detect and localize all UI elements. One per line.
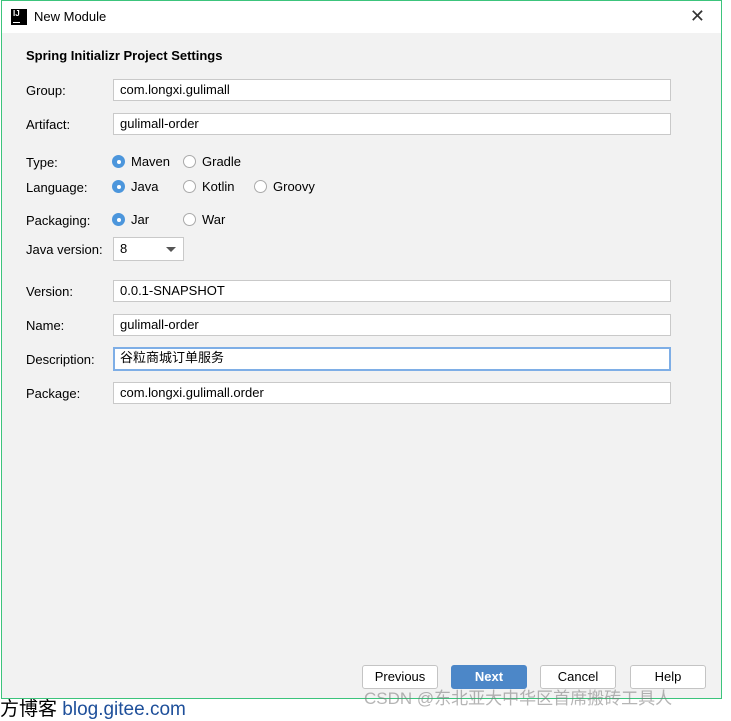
language-radio-groovy[interactable]: Groovy <box>254 179 315 194</box>
version-field[interactable]: 0.0.1-SNAPSHOT <box>113 280 671 302</box>
group-field[interactable]: com.longxi.gulimall <box>113 79 671 101</box>
name-label: Name: <box>26 318 65 333</box>
close-icon[interactable]: ✕ <box>690 6 705 27</box>
language-label: Language: <box>26 180 88 195</box>
type-radio-maven[interactable]: Maven <box>112 154 170 169</box>
new-module-dialog: IJ New Module ✕ Spring Initializr Projec… <box>1 0 722 699</box>
package-field[interactable]: com.longxi.gulimall.order <box>113 382 671 404</box>
description-field[interactable]: 谷粒商城订单服务 <box>113 347 671 371</box>
radio-label: War <box>202 212 226 227</box>
intellij-icon: IJ <box>11 9 27 25</box>
artifact-field[interactable]: gulimall-order <box>113 113 671 135</box>
radio-unchecked-icon <box>183 180 196 193</box>
radio-label: Kotlin <box>202 179 235 194</box>
radio-unchecked-icon <box>254 180 267 193</box>
language-radio-java[interactable]: Java <box>112 179 158 194</box>
group-label: Group: <box>26 83 66 98</box>
radio-label: Groovy <box>273 179 315 194</box>
radio-unchecked-icon <box>183 155 196 168</box>
title-bar: IJ New Module ✕ <box>2 1 721 33</box>
radio-checked-icon <box>112 213 125 226</box>
watermark: CSDN @东北亚大中华区首席搬砖工具人 <box>364 689 673 708</box>
packaging-radio-war[interactable]: War <box>183 212 225 227</box>
description-label: Description: <box>26 352 95 367</box>
window-title: New Module <box>34 9 107 24</box>
java-version-label: Java version: <box>26 242 103 257</box>
radio-checked-icon <box>112 180 125 193</box>
radio-label: Maven <box>131 154 171 169</box>
packaging-label: Packaging: <box>26 213 91 228</box>
chevron-down-icon <box>166 247 176 252</box>
background-prefix: 方博客 <box>0 699 63 720</box>
artifact-label: Artifact: <box>26 117 71 132</box>
type-radio-gradle[interactable]: Gradle <box>183 154 241 169</box>
section-title: Spring Initializr Project Settings <box>26 48 223 63</box>
name-field[interactable]: gulimall-order <box>113 314 671 336</box>
type-label: Type: <box>26 155 58 170</box>
radio-checked-icon <box>112 155 125 168</box>
background-link[interactable]: blog.gitee.com <box>62 699 186 720</box>
packaging-radio-jar[interactable]: Jar <box>112 212 149 227</box>
language-radio-kotlin[interactable]: Kotlin <box>183 179 235 194</box>
java-version-value: 8 <box>120 241 128 256</box>
radio-unchecked-icon <box>183 213 196 226</box>
radio-label: Gradle <box>202 154 242 169</box>
package-label: Package: <box>26 386 81 401</box>
java-version-select[interactable]: 8 <box>113 237 184 261</box>
radio-label: Jar <box>131 212 150 227</box>
radio-label: Java <box>131 179 159 194</box>
version-label: Version: <box>26 284 73 299</box>
